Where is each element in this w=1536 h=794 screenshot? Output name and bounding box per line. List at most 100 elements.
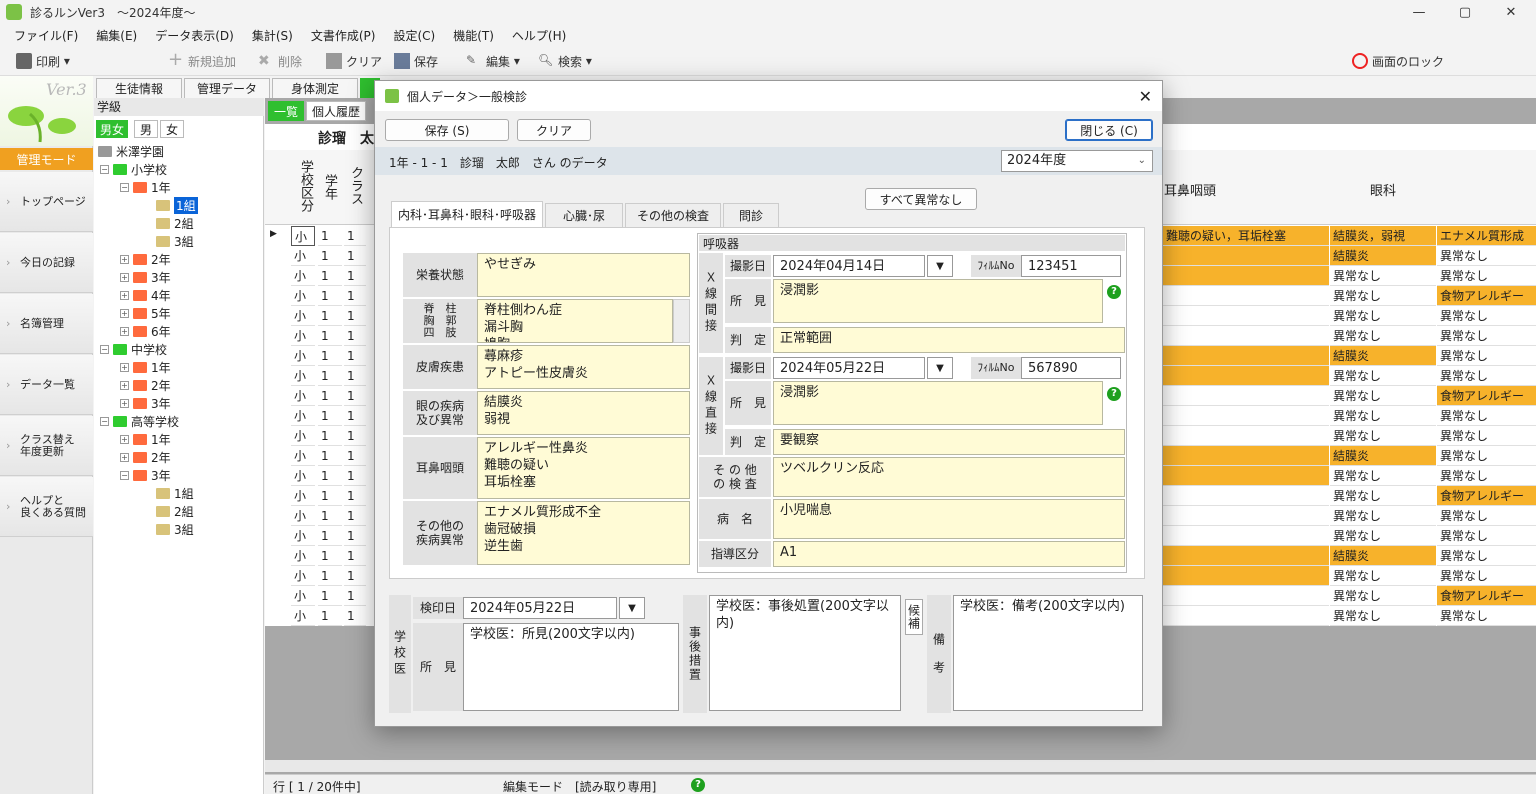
grid-cell-other[interactable]: 異常なし (1437, 506, 1536, 526)
grid-cell-c[interactable]: 1 (344, 526, 366, 546)
grid-cell-g[interactable]: 1 (318, 286, 342, 306)
grid-cell-g[interactable]: 1 (318, 226, 342, 246)
grid-cell-g[interactable]: 1 (318, 486, 342, 506)
xray1-finding-field[interactable]: 浸潤影 (773, 279, 1103, 323)
field-eye[interactable]: 結膜炎 弱視 (477, 391, 690, 435)
grid-cell-c[interactable]: 1 (344, 246, 366, 266)
grid-cell-other[interactable]: 異常なし (1437, 546, 1536, 566)
tree-node[interactable]: 2組 (156, 502, 194, 520)
grid-cell-g[interactable]: 1 (318, 266, 342, 286)
grid-cell-eye[interactable]: 異常なし (1330, 586, 1436, 606)
grid-cell-other[interactable]: 異常なし (1437, 406, 1536, 426)
grid-cell-s[interactable]: 小 (291, 246, 315, 266)
grid-cell-g[interactable]: 1 (318, 566, 342, 586)
tree-node[interactable]: − 中学校 (100, 340, 167, 358)
menu-view[interactable]: データ表示(D) (155, 27, 234, 44)
grid-cell-ent[interactable] (1163, 266, 1329, 286)
grid-cell-eye[interactable]: 異常なし (1330, 606, 1436, 626)
menu-aggregate[interactable]: 集計(S) (252, 27, 293, 44)
grid-cell-c[interactable]: 1 (344, 466, 366, 486)
edit-button[interactable]: ✎ 編集 ▾ (466, 51, 520, 71)
tree-node[interactable]: 1組 (156, 484, 194, 502)
tree-node[interactable]: 3組 (156, 520, 194, 538)
tab-student-info[interactable]: 生徒情報 (96, 78, 182, 98)
grid-cell-s[interactable]: 小 (291, 226, 315, 246)
xray1-judge-field[interactable]: 正常範囲 (773, 327, 1125, 353)
grid-cell-g[interactable]: 1 (318, 426, 342, 446)
grid-cell-c[interactable]: 1 (344, 306, 366, 326)
grid-cell-eye[interactable]: 結膜炎 (1330, 246, 1436, 266)
tab-other-tests[interactable]: その他の検査 (625, 203, 721, 227)
grid-cell-ent[interactable] (1163, 526, 1329, 546)
nav-top-page[interactable]: トップページ (0, 172, 93, 232)
grid-cell-other[interactable]: 食物アレルギー (1437, 486, 1536, 506)
grid-cell-ent[interactable] (1163, 546, 1329, 566)
grid-cell-eye[interactable]: 異常なし (1330, 266, 1436, 286)
grid-cell-eye[interactable]: 結膜炎 (1330, 546, 1436, 566)
grid-cell-g[interactable]: 1 (318, 306, 342, 326)
tree-node[interactable]: −1年 (120, 178, 171, 196)
all-normal-button[interactable]: すべて異常なし (865, 188, 977, 210)
grid-cell-ent[interactable] (1163, 486, 1329, 506)
grid-cell-c[interactable]: 1 (344, 586, 366, 606)
grid-cell-other[interactable]: 異常なし (1437, 246, 1536, 266)
grid-cell-eye[interactable]: 異常なし (1330, 366, 1436, 386)
grid-cell-s[interactable]: 小 (291, 526, 315, 546)
tree-node[interactable]: +4年 (120, 286, 171, 304)
grid-cell-s[interactable]: 小 (291, 426, 315, 446)
grid-cell-ent[interactable] (1163, 286, 1329, 306)
menu-settings[interactable]: 設定(C) (393, 27, 435, 44)
maximize-button[interactable]: ▢ (1442, 0, 1488, 24)
menu-edit[interactable]: 編集(E) (96, 27, 137, 44)
grid-cell-s[interactable]: 小 (291, 346, 315, 366)
horizontal-scrollbar[interactable] (265, 760, 1536, 772)
minimize-button[interactable]: — (1396, 0, 1442, 24)
tree-node[interactable]: +2年 (120, 448, 171, 466)
tree-node[interactable]: +1年 (120, 430, 171, 448)
tree-node[interactable]: +2年 (120, 376, 171, 394)
grid-cell-g[interactable]: 1 (318, 346, 342, 366)
grid-cell-c[interactable]: 1 (344, 226, 366, 246)
xray1-date-input[interactable]: 2024年04月14日 (773, 255, 925, 277)
grid-cell-g[interactable]: 1 (318, 446, 342, 466)
grid-cell-ent[interactable] (1163, 426, 1329, 446)
search-button[interactable]: 🔍︎ 検索 ▾ (538, 51, 592, 71)
tree-node[interactable]: +1年 (120, 358, 171, 376)
xray2-film-input[interactable]: 567890 (1021, 357, 1121, 379)
grid-cell-eye[interactable]: 異常なし (1330, 506, 1436, 526)
grid-cell-other[interactable]: 異常なし (1437, 446, 1536, 466)
grid-cell-other[interactable]: 食物アレルギー (1437, 586, 1536, 606)
tree-node[interactable]: +3年 (120, 394, 171, 412)
grid-cell-s[interactable]: 小 (291, 306, 315, 326)
tree-root[interactable]: 米澤学園 (98, 142, 164, 160)
grid-cell-ent[interactable] (1163, 386, 1329, 406)
save-button[interactable]: 保存 (394, 51, 438, 71)
grid-cell-g[interactable]: 1 (318, 526, 342, 546)
disease-field[interactable]: 小児喘息 (773, 499, 1125, 539)
grid-cell-ent[interactable] (1163, 306, 1329, 326)
grid-cell-s[interactable]: 小 (291, 566, 315, 586)
grid-cell-eye[interactable]: 異常なし (1330, 326, 1436, 346)
grid-cell-s[interactable]: 小 (291, 606, 315, 626)
grid-cell-g[interactable]: 1 (318, 366, 342, 386)
grid-cell-other[interactable]: 異常なし (1437, 306, 1536, 326)
tab-internal[interactable]: 内科･耳鼻科･眼科･呼吸器 (391, 201, 543, 227)
grid-cell-ent[interactable] (1163, 326, 1329, 346)
field-skin[interactable]: 蕁麻疹 アトピー性皮膚炎 (477, 345, 690, 389)
gender-all-button[interactable]: 男女 (96, 120, 128, 138)
tree-node-selected[interactable]: 1組 (156, 196, 198, 214)
xray1-date-dropdown[interactable]: ▼ (927, 255, 953, 277)
grid-cell-ent[interactable] (1163, 566, 1329, 586)
doctor-date-input[interactable]: 2024年05月22日 (463, 597, 617, 619)
xray2-date-dropdown[interactable]: ▼ (927, 357, 953, 379)
note-field[interactable]: 学校医：備考(200文字以内) (953, 595, 1143, 711)
grid-cell-c[interactable]: 1 (344, 546, 366, 566)
grid-cell-c[interactable]: 1 (344, 286, 366, 306)
grid-cell-ent[interactable]: 難聴の疑い，耳垢栓塞 (1163, 226, 1329, 246)
nav-data-list[interactable]: データ一覧 (0, 355, 93, 415)
dialog-close-button[interactable]: 閉じる (C) (1065, 119, 1153, 141)
grid-cell-s[interactable]: 小 (291, 506, 315, 526)
tab-admin-data[interactable]: 管理データ (184, 78, 270, 98)
doctor-finding-field[interactable]: 学校医：所見(200文字以内) (463, 623, 679, 711)
grid-cell-ent[interactable] (1163, 446, 1329, 466)
